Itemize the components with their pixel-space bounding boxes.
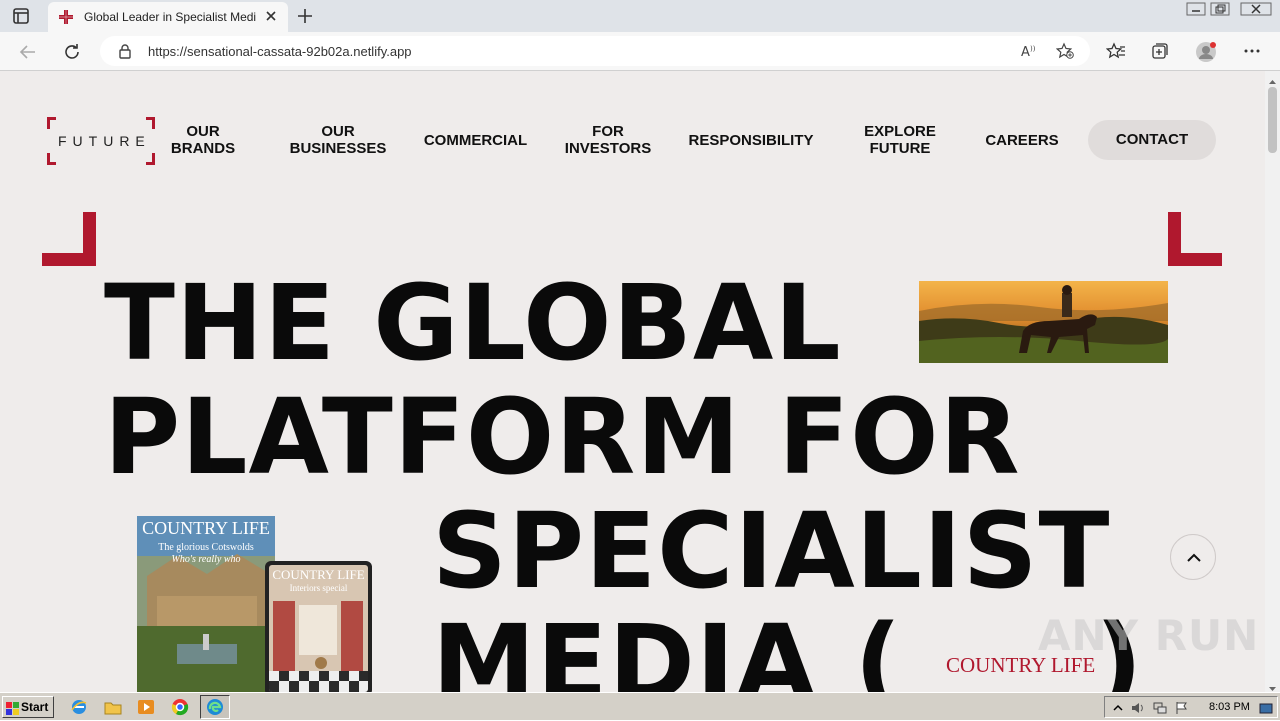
read-aloud-icon[interactable]: A)) xyxy=(1020,42,1038,60)
svg-text:A: A xyxy=(1021,45,1030,60)
system-tray: 8:03 PM xyxy=(1104,696,1278,718)
hero-line-4: MEDIA ( xyxy=(432,602,903,692)
corner-bracket-right xyxy=(1168,212,1223,267)
file-explorer-icon[interactable] xyxy=(104,698,122,716)
start-button[interactable]: Start xyxy=(2,696,54,718)
windows-taskbar: Start 8:03 PM xyxy=(0,692,1280,720)
tablet-cover-line: Interiors special xyxy=(289,583,348,593)
start-label: Start xyxy=(21,700,49,714)
minimize-icon[interactable] xyxy=(1186,2,1206,16)
collections-icon[interactable] xyxy=(1150,41,1170,61)
scrollbar-thumb[interactable] xyxy=(1268,87,1277,153)
network-icon[interactable] xyxy=(1153,701,1167,715)
edge-icon xyxy=(207,699,223,715)
nav-our-businesses[interactable]: OUR BUSINESSES xyxy=(283,123,393,157)
nav-commercial[interactable]: COMMERCIAL xyxy=(418,132,533,149)
tab-title: Global Leader in Specialist Media xyxy=(84,10,256,24)
add-favorite-icon[interactable] xyxy=(1055,42,1074,60)
back-icon[interactable] xyxy=(18,42,38,62)
tray-expand-icon[interactable] xyxy=(1111,701,1125,715)
contact-button[interactable]: CONTACT xyxy=(1088,120,1216,160)
address-bar[interactable]: https://sensational-cassata-92b02a.netli… xyxy=(100,36,1090,66)
browser-tab-bar: Global Leader in Specialist Media xyxy=(0,0,1280,32)
volume-icon[interactable] xyxy=(1131,701,1145,715)
nav-explore-future[interactable]: EXPLORE FUTURE xyxy=(850,123,950,157)
nav-for-investors[interactable]: FOR INVESTORS xyxy=(558,123,658,157)
future-favicon xyxy=(58,9,74,25)
tablet-magazine-title: COUNTRY LIFE xyxy=(272,567,365,582)
horse-rider-photo xyxy=(919,281,1168,363)
magazine-cover-sub: Who's really who xyxy=(171,554,241,565)
scroll-up-arrow-icon[interactable] xyxy=(1268,74,1277,84)
page-scrollbar[interactable] xyxy=(1265,71,1280,692)
country-life-magazine-cover: COUNTRY LIFE The glorious Cotswolds Who'… xyxy=(137,516,275,692)
hero-line-1: THE GLOBAL xyxy=(104,262,842,384)
profile-icon[interactable] xyxy=(1195,41,1216,62)
nav-careers[interactable]: CAREERS xyxy=(980,132,1064,149)
url-text[interactable]: https://sensational-cassata-92b02a.netli… xyxy=(148,44,412,59)
favorites-icon[interactable] xyxy=(1105,41,1126,61)
magazine-title: COUNTRY LIFE xyxy=(142,518,270,538)
refresh-icon[interactable] xyxy=(62,42,82,62)
web-page: FUTURE OUR BRANDS OUR BUSINESSES COMMERC… xyxy=(0,71,1265,692)
lock-icon[interactable] xyxy=(118,43,132,59)
action-center-flag-icon[interactable] xyxy=(1175,701,1189,715)
close-icon[interactable] xyxy=(264,9,278,23)
new-tab-icon[interactable] xyxy=(296,7,314,25)
more-icon[interactable] xyxy=(1242,41,1262,61)
nav-our-brands[interactable]: OUR BRANDS xyxy=(158,123,248,157)
future-logo[interactable]: FUTURE xyxy=(47,117,155,165)
close-window-icon[interactable] xyxy=(1240,2,1272,16)
tablet-screen: COUNTRY LIFE Interiors special xyxy=(269,565,368,692)
logo-text: FUTURE xyxy=(58,133,151,149)
media-player-icon[interactable] xyxy=(137,698,155,716)
nav-responsibility[interactable]: RESPONSIBILITY xyxy=(683,132,819,149)
restore-icon[interactable] xyxy=(1210,2,1230,16)
hero-line-2: PLATFORM FOR xyxy=(104,376,1021,498)
scroll-to-top-button[interactable] xyxy=(1170,534,1216,580)
anyrun-watermark: ANY RUN xyxy=(1038,611,1260,660)
chevron-up-icon xyxy=(1187,553,1201,562)
internet-explorer-icon[interactable] xyxy=(70,698,88,716)
show-desktop-icon[interactable] xyxy=(1259,701,1273,715)
corner-bracket-left xyxy=(42,212,97,267)
taskbar-clock[interactable]: 8:03 PM xyxy=(1209,701,1250,713)
hero-line-3: SPECIALIST xyxy=(432,490,1111,612)
edge-taskbar-button[interactable] xyxy=(200,695,230,719)
svg-text:)): )) xyxy=(1030,45,1036,53)
browser-tab[interactable]: Global Leader in Specialist Media xyxy=(48,2,288,32)
tablet-device: COUNTRY LIFE Interiors special xyxy=(265,561,372,692)
scroll-down-arrow-icon[interactable] xyxy=(1268,680,1277,691)
magazine-cover-line: The glorious Cotswolds xyxy=(158,542,254,553)
browser-toolbar: https://sensational-cassata-92b02a.netli… xyxy=(0,32,1280,71)
tab-actions-icon[interactable] xyxy=(10,7,32,25)
windows-flag-icon xyxy=(6,701,19,715)
chrome-icon[interactable] xyxy=(171,698,189,716)
